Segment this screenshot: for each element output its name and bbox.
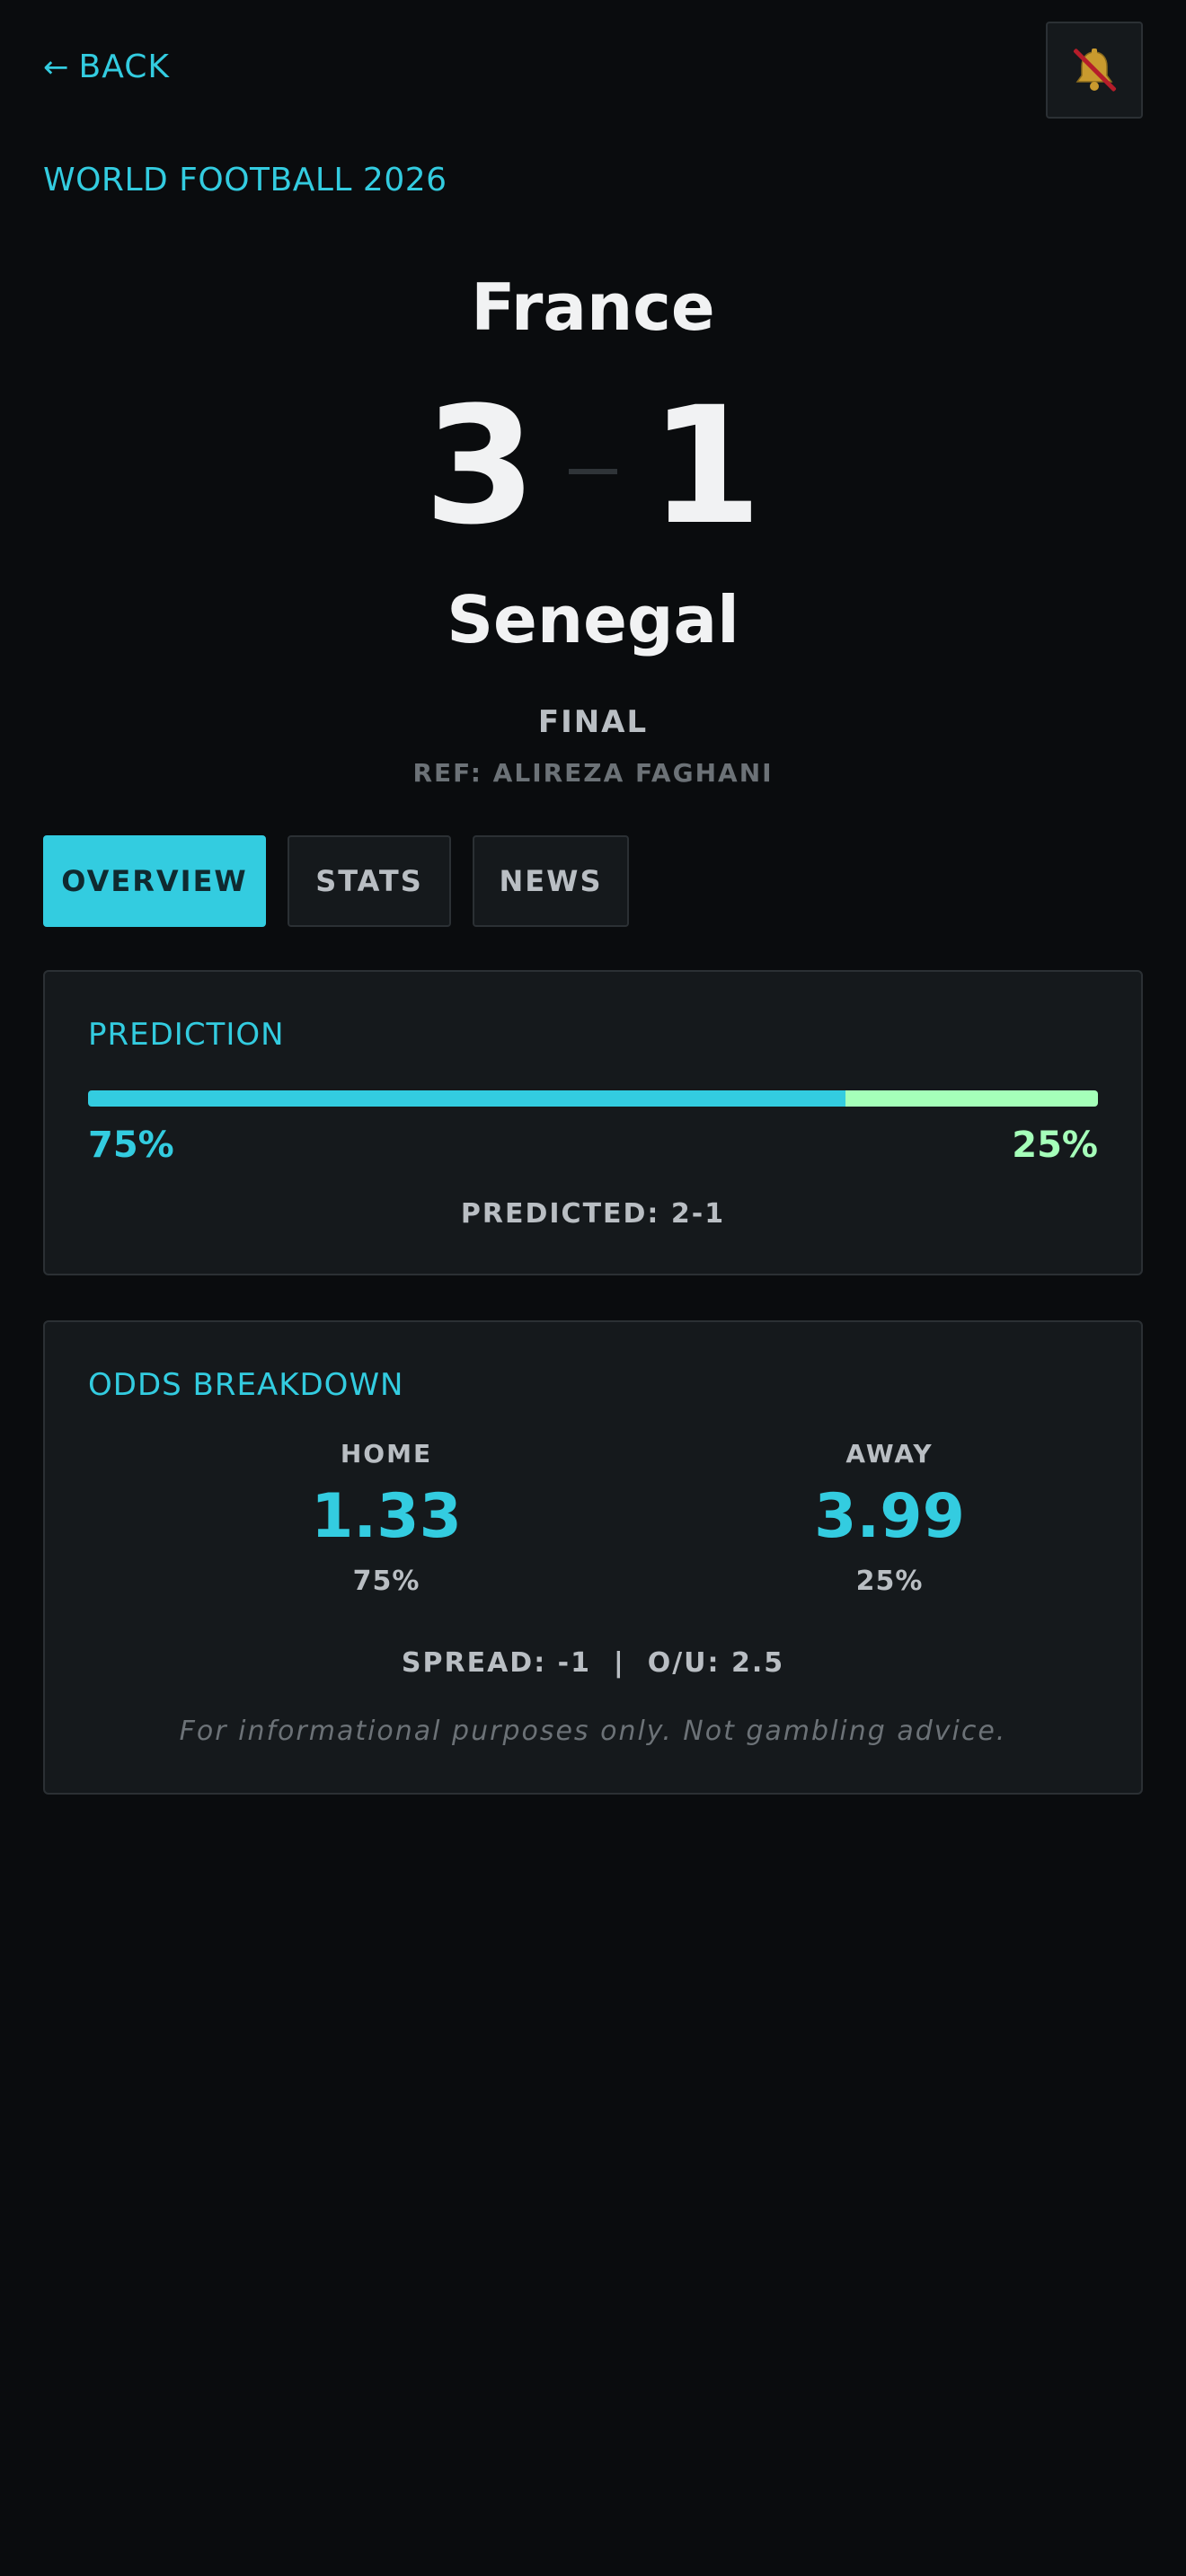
notification-toggle-button[interactable] <box>1046 22 1143 119</box>
prediction-home-pct: 75% <box>88 1125 174 1166</box>
predicted-score: PREDICTED: 2-1 <box>460 1198 726 1230</box>
odds-away: AWAY 3.99 25% <box>755 1439 1024 1597</box>
odds-away-value: 3.99 <box>814 1481 965 1552</box>
top-bar: ← BACK <box>43 22 1143 119</box>
scoreboard: 3 1 <box>0 377 1186 557</box>
odds-home: HOME 1.33 75% <box>252 1439 521 1597</box>
referee-label: REF: ALIREZA FAGHANI <box>412 758 774 788</box>
prediction-bar-home <box>88 1090 845 1107</box>
odds-home-value: 1.33 <box>311 1481 462 1552</box>
odds-away-label: AWAY <box>845 1439 934 1469</box>
prediction-away-pct: 25% <box>1012 1125 1098 1166</box>
arrow-left-icon: ← <box>43 49 70 85</box>
away-score: 1 <box>650 373 763 560</box>
odds-home-label: HOME <box>340 1439 433 1469</box>
spread-line: SPREAD: -1 | O/U: 2.5 <box>401 1647 785 1679</box>
prediction-card: PREDICTION 75% 25% PREDICTED: 2-1 <box>43 970 1143 1275</box>
odds-title: ODDS BREAKDOWN <box>88 1367 404 1403</box>
odds-card: ODDS BREAKDOWN HOME 1.33 75% AWAY 3.99 2… <box>43 1320 1143 1795</box>
prediction-bar <box>88 1090 1098 1107</box>
disclaimer: For informational purposes only. Not gam… <box>179 1716 1007 1747</box>
home-team-name: France <box>471 269 715 345</box>
odds-away-pct: 25% <box>855 1566 924 1597</box>
prediction-title: PREDICTION <box>88 1017 285 1053</box>
match-status: FINAL <box>537 704 649 740</box>
bell-muted-icon <box>1071 47 1118 93</box>
tab-news[interactable]: NEWS <box>473 835 629 927</box>
prediction-bar-away <box>845 1090 1098 1107</box>
home-score: 3 <box>423 373 536 560</box>
tab-stats[interactable]: STATS <box>288 835 451 927</box>
score-separator <box>569 469 617 474</box>
tab-bar: OVERVIEW STATS NEWS <box>43 835 629 927</box>
away-team-name: Senegal <box>447 582 739 657</box>
back-button[interactable]: ← BACK <box>43 49 170 85</box>
back-label: BACK <box>78 49 170 85</box>
odds-home-pct: 75% <box>352 1566 420 1597</box>
competition-name: WORLD FOOTBALL 2026 <box>43 162 447 198</box>
tab-overview[interactable]: OVERVIEW <box>43 835 266 927</box>
